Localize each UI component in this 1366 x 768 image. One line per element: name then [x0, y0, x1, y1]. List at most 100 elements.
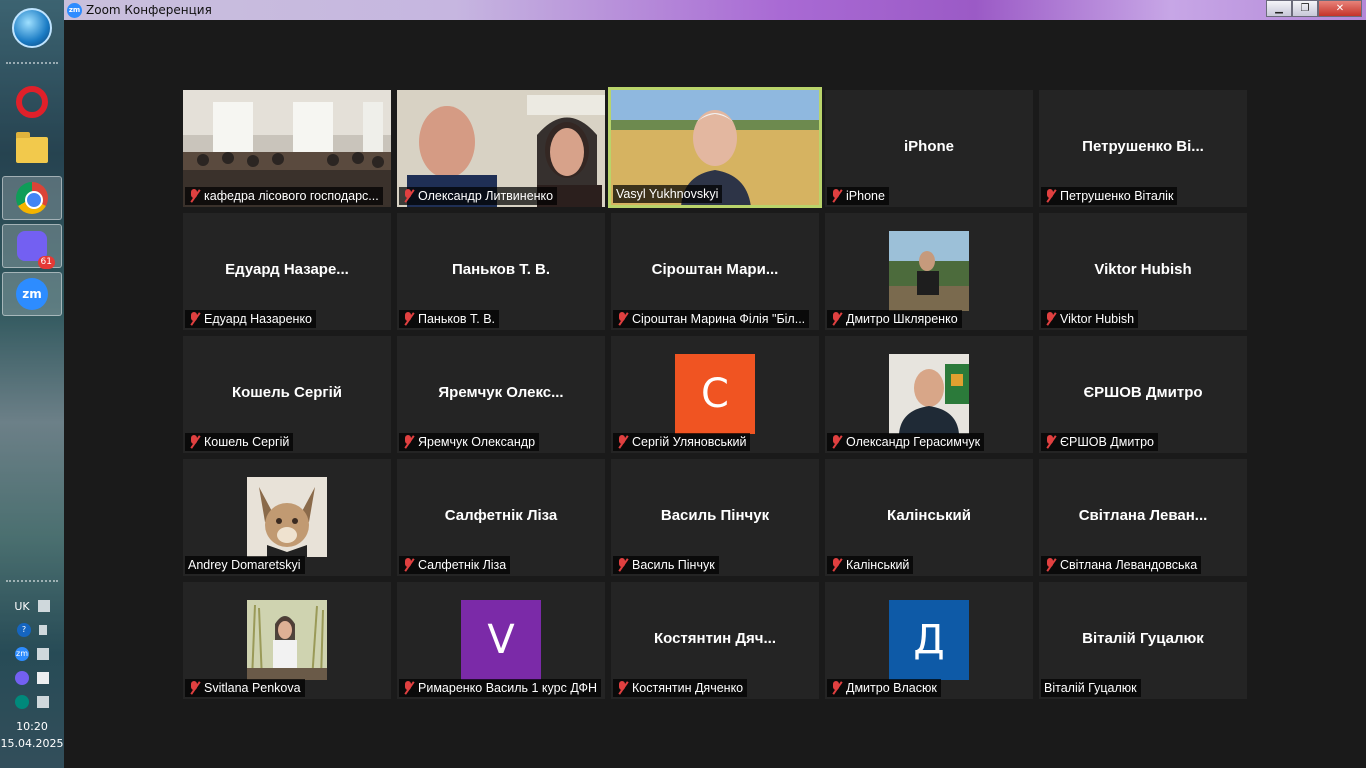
participant-name-label: Салфетнік Ліза	[399, 556, 511, 574]
participant-name-label: Сіроштан Марина Філія "Біл...	[613, 310, 810, 328]
muted-mic-icon	[830, 312, 842, 326]
participant-name: Дмитро Власюк	[846, 681, 937, 695]
participant-name-label: iPhone	[827, 187, 889, 205]
taskbar-divider	[6, 62, 58, 66]
muted-mic-icon	[616, 312, 628, 326]
keyboard-icon[interactable]	[37, 600, 50, 612]
clock-time[interactable]: 10:20	[0, 720, 64, 733]
participant-tile[interactable]: Svitlana Penkova	[183, 582, 391, 699]
participant-name-label: Кошель Сергій	[185, 433, 294, 451]
participant-display-name: Світлана Леван...	[1078, 507, 1208, 524]
muted-mic-icon	[188, 189, 200, 203]
participant-name-label: Василь Пінчук	[613, 556, 719, 574]
viber-tray-icon[interactable]	[15, 671, 29, 685]
network-icon[interactable]	[39, 625, 47, 635]
participant-tile[interactable]: Сіроштан Мари... Сіроштан Марина Філія "Б…	[611, 213, 819, 330]
participant-name-label: Дмитро Власюк	[827, 679, 941, 697]
participant-tile[interactable]: Andrey Domaretskyi	[183, 459, 391, 576]
participant-name-label: Едуард Назаренко	[185, 310, 317, 328]
security-icon[interactable]	[15, 695, 29, 709]
participant-name-label: Svitlana Penkova	[185, 679, 305, 697]
participant-tile[interactable]: Олександр Литвиненко	[397, 90, 605, 207]
participant-name-label: Andrey Domaretskyi	[185, 556, 305, 574]
close-button[interactable]: ✕	[1318, 0, 1362, 17]
muted-mic-icon	[830, 558, 842, 572]
clock-date[interactable]: 15.04.2025	[0, 737, 64, 750]
display-icon[interactable]	[37, 696, 49, 708]
participant-tile[interactable]: ЄРШОВ Дмитро ЄРШОВ Дмитро	[1039, 336, 1247, 453]
muted-mic-icon	[830, 681, 842, 695]
participant-tile[interactable]: С Сергій Уляновський	[611, 336, 819, 453]
start-button[interactable]	[2, 6, 62, 50]
participant-tile[interactable]: Едуард Назаре... Едуард Назаренко	[183, 213, 391, 330]
participant-tile[interactable]: Паньков Т. В. Паньков Т. В.	[397, 213, 605, 330]
maximize-button[interactable]: ❐	[1292, 0, 1318, 17]
profile-photo	[247, 477, 327, 557]
participant-name-label: Світлана Левандовська	[1041, 556, 1202, 574]
participant-name-label: Viktor Hubish	[1041, 310, 1139, 328]
participant-display-name: Едуард Назаре...	[225, 261, 349, 278]
participant-tile[interactable]: Д Дмитро Власюк	[825, 582, 1033, 699]
muted-mic-icon	[402, 189, 414, 203]
participant-tile[interactable]: Дмитро Шкляренко	[825, 213, 1033, 330]
participant-display-name: Віталій Гуцалюк	[1082, 630, 1204, 647]
taskbar-viber[interactable]: 61	[2, 224, 62, 269]
participant-tile[interactable]: Світлана Леван... Світлана Левандовська	[1039, 459, 1247, 576]
participant-name: Калінський	[846, 558, 910, 572]
participant-name-label: Дмитро Шкляренко	[827, 310, 962, 328]
participant-tile[interactable]: Яремчук Олекс... Яремчук Олександр	[397, 336, 605, 453]
participant-name: Олександр Литвиненко	[418, 189, 554, 203]
taskbar-explorer[interactable]	[2, 128, 62, 172]
title-bar[interactable]: zm Zoom Конференция ▁ ❐ ✕	[64, 0, 1366, 20]
muted-mic-icon	[830, 189, 842, 203]
system-tray: UK ? zm	[0, 594, 64, 714]
clipboard-icon[interactable]	[37, 648, 49, 660]
participant-tile[interactable]: Костянтин Дяч... Костянтин Дяченко	[611, 582, 819, 699]
taskbar-chrome[interactable]	[2, 176, 62, 220]
muted-mic-icon	[402, 435, 414, 449]
participant-name-label: кафедра лісового господарс...	[185, 187, 383, 205]
participant-tile[interactable]: Viktor Hubish Viktor Hubish	[1039, 213, 1247, 330]
help-icon[interactable]: ?	[17, 623, 31, 637]
participant-tile[interactable]: iPhone iPhone	[825, 90, 1033, 207]
participant-name: Viktor Hubish	[1060, 312, 1135, 326]
participant-name: кафедра лісового господарс...	[204, 189, 379, 203]
participant-name: Костянтин Дяченко	[632, 681, 744, 695]
participant-name: Світлана Левандовська	[1060, 558, 1198, 572]
language-indicator[interactable]: UK	[14, 600, 29, 613]
minimize-button[interactable]: ▁	[1266, 0, 1292, 17]
active-speaker-tile[interactable]: Vasyl Yukhnovskyi	[608, 87, 822, 208]
participant-name-label: Паньков Т. В.	[399, 310, 500, 328]
taskbar-zoom[interactable]: zm	[2, 272, 62, 316]
zoom-icon: zm	[16, 278, 48, 310]
muted-mic-icon	[1044, 435, 1056, 449]
participant-tile[interactable]: Петрушенко Ві... Петрушенко Віталік	[1039, 90, 1247, 207]
participant-display-name: Василь Пінчук	[660, 507, 770, 524]
participant-name: Дмитро Шкляренко	[846, 312, 958, 326]
participant-tile[interactable]: Олександр Герасимчук	[825, 336, 1033, 453]
participant-name: Василь Пінчук	[632, 558, 715, 572]
participant-tile[interactable]: Салфетнік Ліза Салфетнік Ліза	[397, 459, 605, 576]
participant-display-name: Viktor Hubish	[1094, 261, 1192, 278]
participant-name-label: Олександр Литвиненко	[399, 187, 558, 205]
participant-name-label: Петрушенко Віталік	[1041, 187, 1178, 205]
participant-tile[interactable]: V Римаренко Василь 1 курс ДФН	[397, 582, 605, 699]
windows-taskbar: 61 zm UK ? zm 10:20 15.04.2025	[0, 0, 64, 768]
participant-tile[interactable]: Василь Пінчук Василь Пінчук	[611, 459, 819, 576]
participant-tile[interactable]: Калінський Калінський	[825, 459, 1033, 576]
avatar-letter: Д	[889, 600, 969, 680]
participant-name: Олександр Герасимчук	[846, 435, 981, 449]
taskbar-opera[interactable]	[2, 80, 62, 124]
zoom-tray-icon[interactable]: zm	[15, 647, 29, 661]
tray-divider	[6, 580, 58, 584]
participant-tile[interactable]: Кошель Сергій Кошель Сергій	[183, 336, 391, 453]
participant-tile[interactable]: кафедра лісового господарс...	[183, 90, 391, 207]
profile-photo	[889, 231, 969, 311]
volume-icon[interactable]	[37, 672, 49, 684]
zoom-logo-icon: zm	[67, 3, 82, 18]
participant-tile[interactable]: Віталій Гуцалюк Віталій Гуцалюк	[1039, 582, 1247, 699]
participant-display-name: Паньков Т. В.	[451, 261, 551, 278]
participant-name-label: Сергій Уляновський	[613, 433, 751, 451]
participant-name-label: Костянтин Дяченко	[613, 679, 748, 697]
participant-display-name: ЄРШОВ Дмитро	[1083, 384, 1203, 401]
